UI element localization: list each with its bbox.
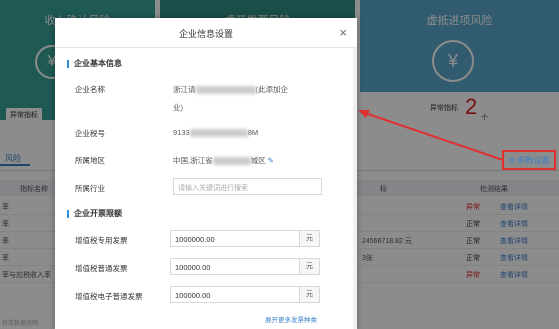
general-invoice-limit-input[interactable]: 100000.00	[170, 258, 300, 275]
region-prefix: 中国,浙江省	[173, 156, 213, 165]
company-name-value: 浙江请 (此添加企	[173, 84, 288, 95]
unit-label: 元	[300, 258, 320, 275]
tax-number-suffix: 8M	[247, 128, 259, 137]
section-basic-info: 企业基本信息	[67, 58, 122, 69]
company-info-dialog: 企业信息设置 × 企业基本信息 企业名称 浙江请 (此添加企 业) 企业税号 91…	[55, 18, 357, 329]
dialog-header: 企业信息设置 ×	[55, 18, 357, 48]
redacted-text	[212, 157, 251, 166]
region-value: 中国,浙江省 城区 ✎	[173, 155, 274, 166]
unit-label: 元	[300, 230, 320, 247]
redacted-text	[195, 86, 256, 95]
company-name-suffix: (此添加企	[255, 85, 289, 94]
tax-number-label: 企业税号	[75, 129, 105, 138]
section-invoice-limit: 企业开票限额	[67, 208, 122, 219]
unit-label: 元	[300, 286, 320, 303]
tax-number-value: 9133 8M	[173, 128, 259, 138]
expand-more-invoice-types-link[interactable]: 展开更多发票种类	[265, 314, 317, 324]
industry-label: 所属行业	[75, 184, 105, 193]
close-icon[interactable]: ×	[339, 25, 347, 40]
company-name-line2: 业)	[173, 103, 183, 112]
region-label: 所属地区	[75, 156, 105, 165]
edit-icon[interactable]: ✎	[268, 156, 274, 165]
company-name-prefix: 浙江请	[173, 85, 196, 94]
industry-search-input[interactable]: 请输入关键词进行搜索	[173, 178, 322, 195]
electronic-invoice-label: 增值税电子普通发票	[75, 292, 143, 301]
redacted-text	[189, 129, 248, 138]
electronic-invoice-limit-input[interactable]: 100000.00	[170, 286, 300, 303]
company-name-label: 企业名称	[75, 85, 105, 94]
special-invoice-limit-input[interactable]: 1000000.00	[170, 230, 300, 247]
dialog-title: 企业信息设置	[178, 29, 233, 39]
scrollbar[interactable]	[353, 48, 357, 329]
region-suffix: 城区	[250, 156, 266, 165]
tax-number-prefix: 9133	[173, 128, 190, 137]
special-invoice-label: 增值税专用发票	[75, 236, 128, 245]
general-invoice-label: 增值税普通发票	[75, 264, 128, 273]
